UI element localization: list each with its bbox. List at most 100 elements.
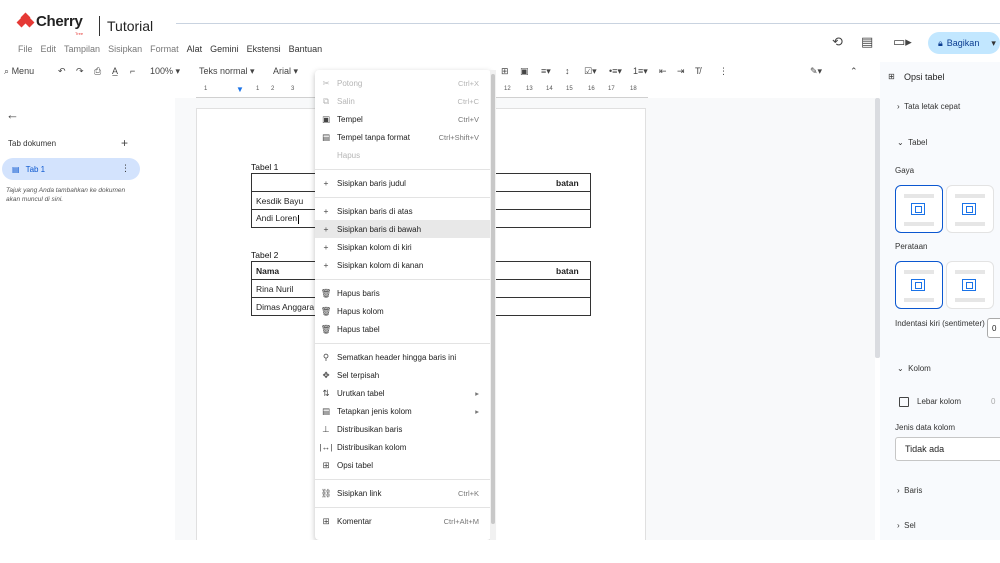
menu-extensions[interactable]: Ekstensi — [247, 44, 281, 54]
bullet-list-icon[interactable]: •≡▾ — [609, 66, 622, 77]
trash-icon: 🗑︎ — [320, 287, 332, 298]
redo-icon[interactable]: ↷ — [76, 66, 84, 77]
sidebar-title: Opsi tabel — [904, 72, 945, 82]
menu-bar: File Edit Tampilan Sisipkan Format Alat … — [18, 44, 322, 54]
add-tab-icon[interactable]: + — [121, 136, 128, 150]
collapse-icon[interactable]: ⌃ — [850, 66, 858, 77]
clear-format-icon[interactable]: T̸ — [695, 66, 701, 76]
print-icon[interactable]: ⎙ — [94, 66, 101, 77]
menu-item-insert-column-right[interactable]: + Sisipkan kolom di kanan — [315, 256, 491, 274]
style-option-2[interactable] — [946, 185, 994, 233]
indent-input[interactable]: 0 — [987, 318, 1000, 338]
submenu-arrow-icon: ▸ — [475, 406, 479, 416]
cell-section-toggle[interactable]: › Sel — [897, 521, 916, 530]
menu-item-paste-plain[interactable]: ▤ Tempel tanpa format Ctrl+Shift+V — [315, 128, 491, 146]
menu-item-insert-row-above[interactable]: + Sisipkan baris di atas — [315, 202, 491, 220]
numbered-list-icon[interactable]: 1≡▾ — [633, 66, 648, 77]
more-icon[interactable]: ⋮ — [719, 66, 728, 77]
table-align-icon — [962, 279, 976, 291]
column-width-checkbox[interactable] — [899, 397, 909, 407]
menu-item-table-options[interactable]: ⊞ Opsi tabel — [315, 456, 491, 474]
menu-gemini[interactable]: Gemini — [210, 44, 239, 54]
column-width-input[interactable]: 0 — [991, 397, 995, 406]
table-cell[interactable]: Dimas Anggara — [251, 297, 322, 316]
meet-icon[interactable]: ▭▸ — [893, 34, 912, 50]
table-cell[interactable]: Nama — [251, 261, 322, 280]
table-style-icon — [911, 203, 925, 215]
menu-item-label: Potong — [337, 78, 363, 88]
menu-edit[interactable]: Edit — [41, 44, 57, 54]
menu-item-distribute-rows[interactable]: ⊥ Distribusikan baris — [315, 420, 491, 438]
edit-mode-icon[interactable]: ✎▾ — [810, 66, 822, 77]
indent-marker-icon[interactable]: ▼ — [236, 85, 244, 94]
comments-icon[interactable]: ▤ — [861, 34, 873, 50]
menu-view[interactable]: Tampilan — [64, 44, 100, 54]
menu-item-sort-table[interactable]: ⇅ Urutkan tabel ▸ — [315, 384, 491, 402]
row-section-toggle[interactable]: › Baris — [897, 486, 922, 495]
menu-item-delete-table[interactable]: 🗑︎ Hapus tabel — [315, 320, 491, 338]
undo-icon[interactable]: ↶ — [58, 66, 66, 77]
menu-item-label: Sisipkan baris judul — [337, 178, 406, 188]
share-button[interactable]: 🔒︎ Bagikan ▾ — [928, 32, 1000, 54]
insert-image-icon[interactable]: ⊞ — [501, 66, 509, 77]
spellcheck-icon[interactable]: A̲ — [112, 66, 118, 76]
menu-item-insert-row-below[interactable]: + Sisipkan baris di bawah — [315, 220, 491, 238]
column-section-toggle[interactable]: ⌄ Kolom — [897, 364, 931, 373]
menu-item-pin-header[interactable]: ⚲ Sematkan header hingga baris ini — [315, 348, 491, 366]
menu-file[interactable]: File — [18, 44, 33, 54]
share-dropdown-icon[interactable]: ▾ — [991, 38, 996, 49]
menu-item-label: Salin — [337, 96, 355, 106]
menu-format[interactable]: Format — [150, 44, 179, 54]
menu-item-insert-column-left[interactable]: + Sisipkan kolom di kiri — [315, 238, 491, 256]
menu-item-column-type[interactable]: ▤ Tetapkan jenis kolom ▸ — [315, 402, 491, 420]
table-cell[interactable]: Kesdik Bayu — [251, 191, 322, 210]
context-menu-scroll-thumb[interactable] — [491, 74, 495, 524]
tab-more-icon[interactable]: ⋮ — [121, 163, 130, 174]
line-spacing-icon[interactable]: ↕ — [565, 66, 570, 76]
search-menu-label: Menu — [11, 66, 35, 76]
menu-item-delete-row[interactable]: 🗑︎ Hapus baris — [315, 284, 491, 302]
menu-item-paste[interactable]: ▣ Tempel Ctrl+V — [315, 110, 491, 128]
table-cell[interactable]: Rina Nuril — [251, 279, 322, 298]
menu-item-shortcut: Ctrl+Alt+M — [443, 516, 479, 526]
align-icon[interactable]: ≡▾ — [541, 66, 551, 77]
image-icon[interactable]: ▣ — [520, 66, 529, 77]
menu-item-cut[interactable]: ✂ Potong Ctrl+X — [315, 74, 491, 92]
table-section-toggle[interactable]: ⌄ Tabel — [897, 138, 927, 147]
menu-item-delete[interactable]: Hapus — [315, 146, 491, 164]
back-arrow-icon[interactable]: ← — [6, 107, 19, 122]
menu-item-distribute-columns[interactable]: |↔| Distribusikan kolom — [315, 438, 491, 456]
trash-icon: 🗑︎ — [320, 305, 332, 316]
menu-item-insert-link[interactable]: ⛓︎ Sisipkan link Ctrl+K — [315, 484, 491, 502]
menu-item-comment[interactable]: ⊞ Komentar Ctrl+Alt+M — [315, 512, 491, 530]
alignment-option-left[interactable] — [895, 261, 943, 309]
decrease-indent-icon[interactable]: ⇤ — [659, 66, 667, 77]
menu-item-copy[interactable]: ⧉ Salin Ctrl+C — [315, 92, 491, 110]
paint-format-icon[interactable]: ⌐ — [130, 66, 135, 76]
tab-1[interactable]: ▤ Tab 1 ⋮ — [2, 158, 140, 180]
cell-text: Andi Loren — [256, 213, 298, 224]
table-cell-active[interactable]: Andi Loren — [251, 209, 322, 228]
table-cell[interactable] — [251, 173, 322, 192]
menu-item-split-cell[interactable]: ✥ Sel terpisah — [315, 366, 491, 384]
style-select[interactable]: Teks normal ▾ — [199, 66, 255, 77]
quick-layout-toggle[interactable]: › Tata letak cepat — [897, 102, 960, 111]
checklist-icon[interactable]: ☑▾ — [584, 66, 597, 77]
menu-item-insert-header-row[interactable]: + Sisipkan baris judul — [315, 174, 491, 192]
column-type-select[interactable]: Tidak ada — [895, 437, 1000, 461]
alignment-option-center[interactable] — [946, 261, 994, 309]
font-select[interactable]: Arial ▾ — [273, 66, 298, 77]
ruler-tick: 1 — [204, 86, 208, 92]
increase-indent-icon[interactable]: ⇥ — [677, 66, 685, 77]
style-option-1[interactable] — [895, 185, 943, 233]
menu-insert[interactable]: Sisipkan — [108, 44, 142, 54]
search-menu-button[interactable]: ⌕ Menu — [4, 66, 34, 77]
menu-item-shortcut: Ctrl+V — [457, 114, 479, 124]
menu-help[interactable]: Bantuan — [289, 44, 323, 54]
menu-item-label: Hapus — [337, 150, 361, 160]
zoom-value: 100% — [150, 66, 174, 76]
history-icon[interactable]: ⟲ — [832, 34, 843, 50]
zoom-select[interactable]: 100% ▾ — [150, 66, 180, 77]
menu-item-delete-column[interactable]: 🗑︎ Hapus kolom — [315, 302, 491, 320]
menu-tools[interactable]: Alat — [187, 44, 203, 54]
